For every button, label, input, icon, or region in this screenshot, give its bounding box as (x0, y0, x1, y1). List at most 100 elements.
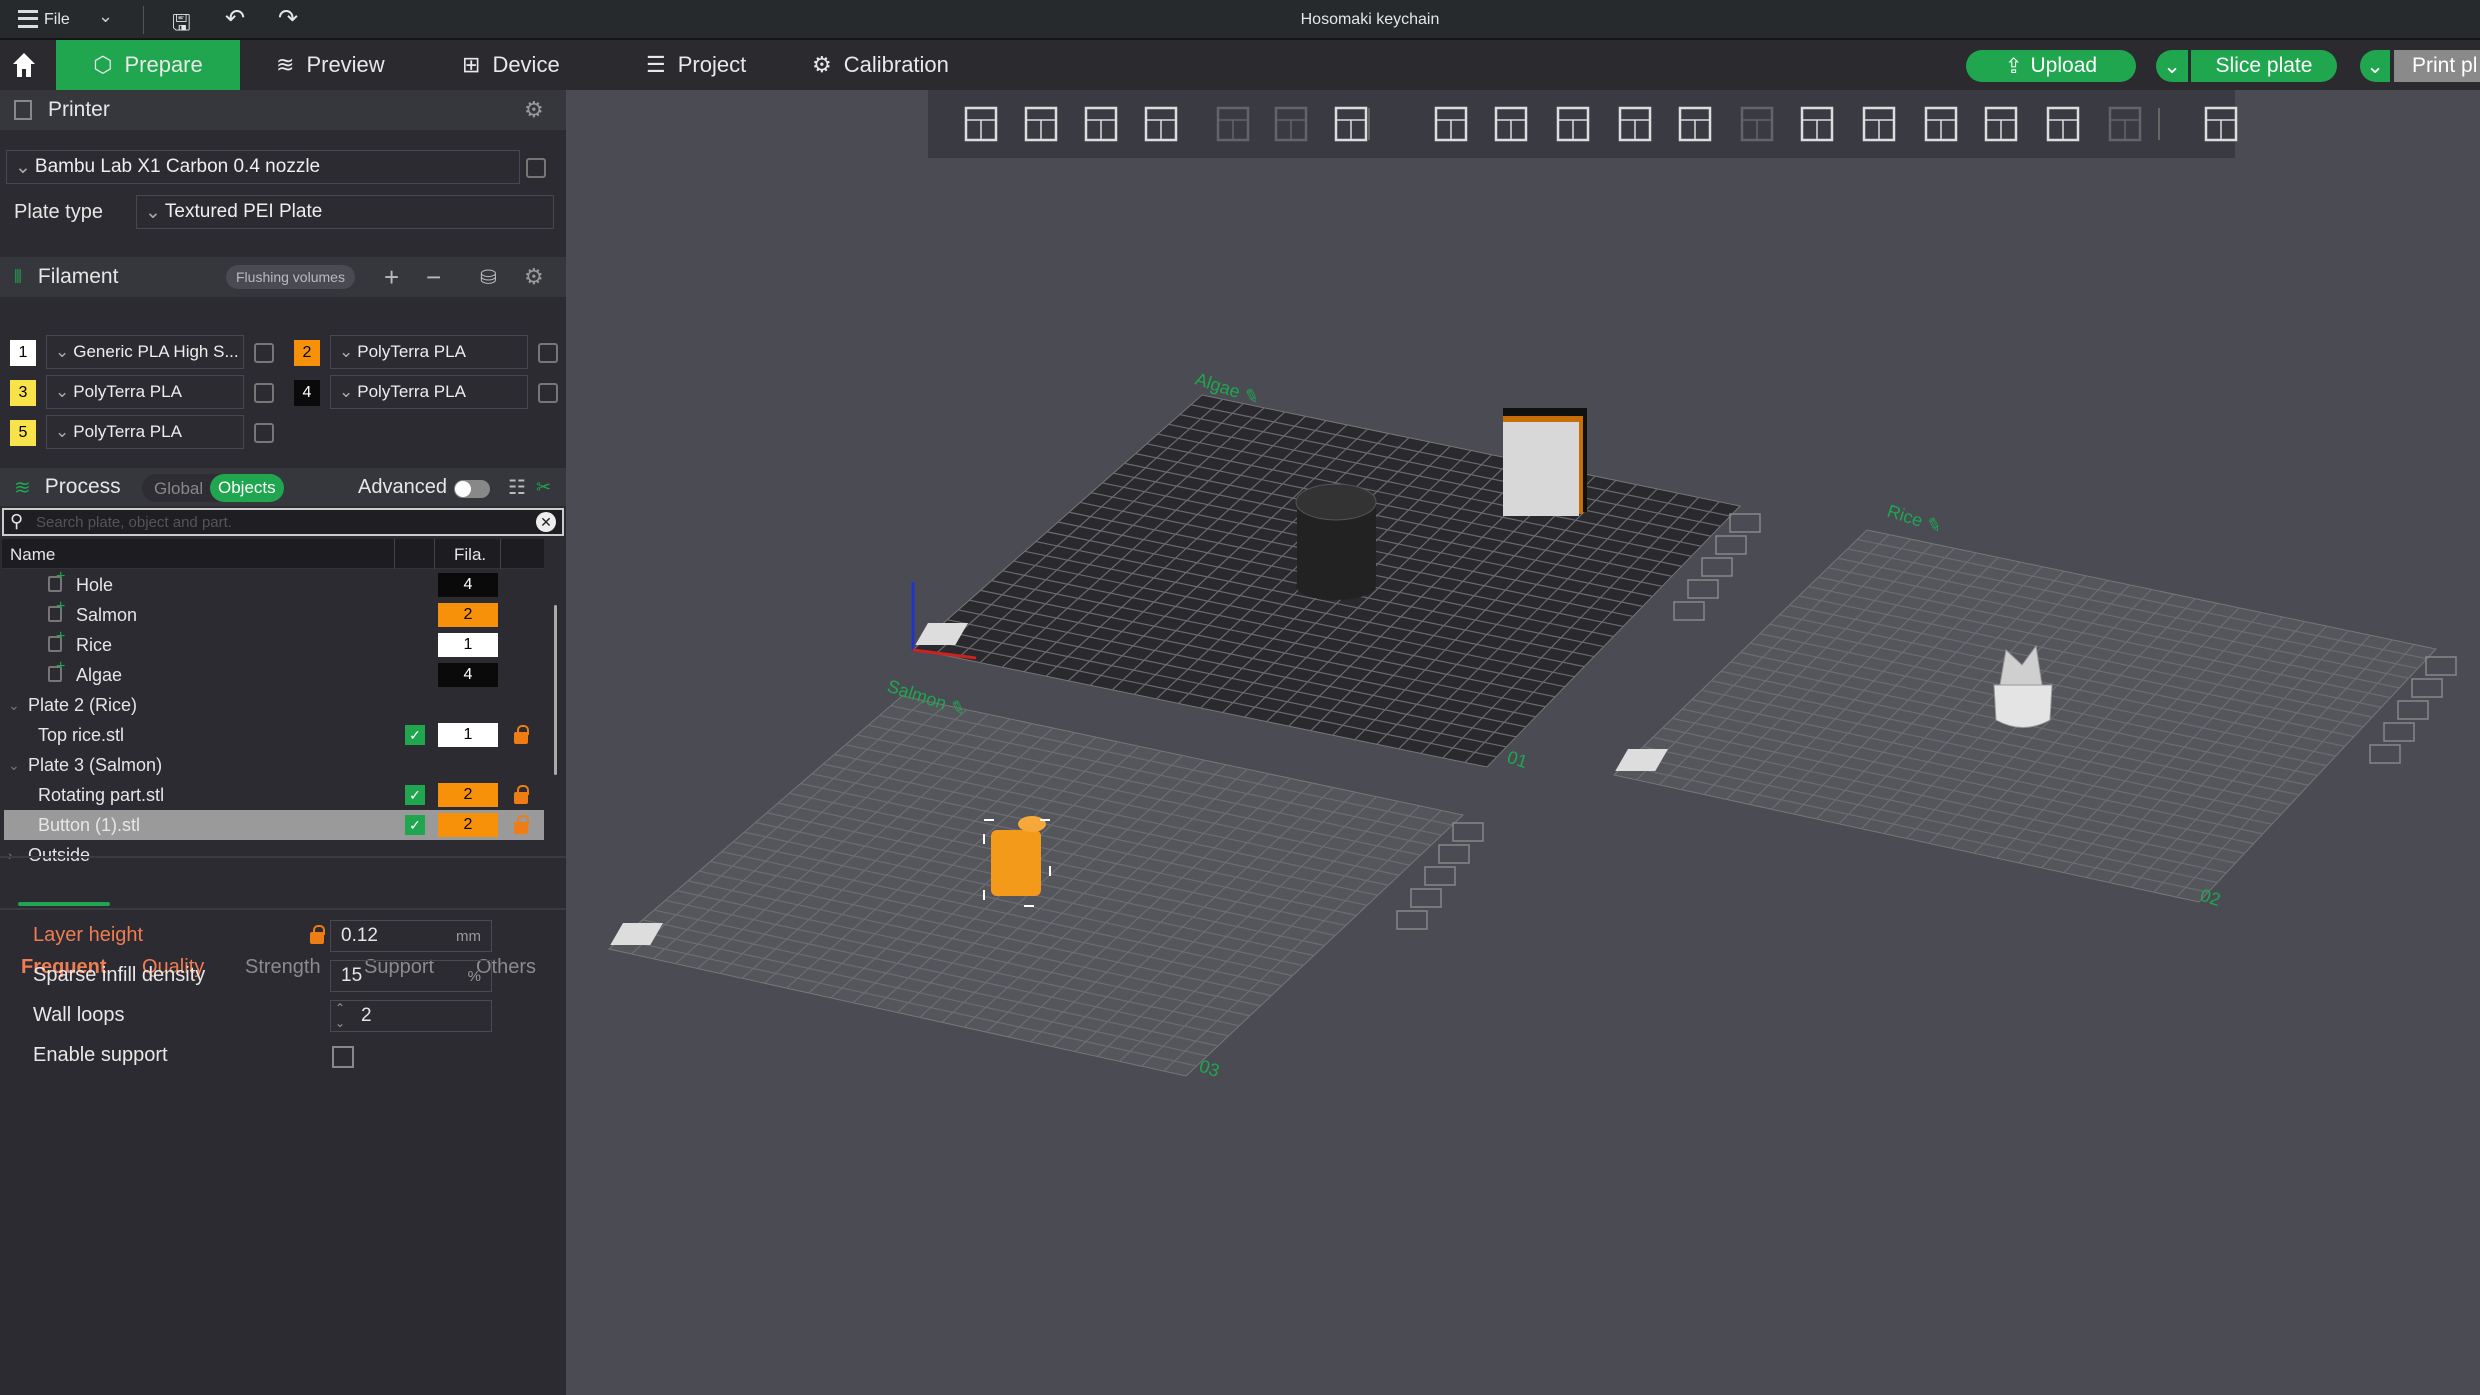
stepper-arrows-icon[interactable]: ⌃ ⌄ (335, 1001, 345, 1031)
print-plate-button[interactable]: Print pl (2394, 50, 2480, 82)
arrange-icon[interactable] (1138, 100, 1186, 148)
filament-number-badge[interactable]: 4 (294, 380, 320, 406)
plate-action-icon[interactable] (1687, 579, 1719, 599)
tab-calibration[interactable]: ⚙ Calibration (812, 40, 949, 90)
wall-loops-stepper[interactable]: ⌃ ⌄ 2 (330, 1000, 492, 1032)
filament-assign[interactable]: 2 (438, 603, 498, 627)
clear-search-icon[interactable]: ✕ (536, 512, 556, 532)
plate-name-label[interactable]: Rice ✎ (1885, 501, 1945, 537)
lock-icon[interactable] (310, 925, 325, 944)
chevron-down-icon[interactable]: ⌄ (98, 6, 113, 27)
add-filament-button[interactable]: + (384, 262, 399, 293)
filament-select[interactable]: ⌄ Generic PLA High S... (46, 335, 244, 369)
filament-number-badge[interactable]: 3 (10, 380, 36, 406)
plate-action-icon[interactable] (1729, 513, 1761, 533)
object-rotating-part[interactable] (1018, 816, 1046, 832)
gear-icon[interactable]: ⚙ (524, 97, 544, 123)
edit-icon[interactable] (538, 383, 558, 403)
cut-icon[interactable] (1672, 100, 1720, 148)
plate-action-icon[interactable] (1424, 866, 1456, 886)
filament-assign[interactable]: 4 (438, 663, 498, 687)
file-menu[interactable]: File (44, 11, 70, 29)
scissors-icon[interactable]: ✂ (536, 477, 551, 498)
auto-orient-icon[interactable] (1078, 100, 1126, 148)
split-objects-icon[interactable] (1210, 100, 1258, 148)
edit-icon[interactable] (254, 423, 274, 443)
measure-icon[interactable] (2040, 100, 2088, 148)
object-hole-top[interactable] (1295, 483, 1377, 521)
plate-action-icon[interactable] (1410, 888, 1442, 908)
plate-action-icon[interactable] (2383, 722, 2415, 742)
undo-icon[interactable]: ↶ (225, 4, 245, 33)
advanced-toggle[interactable] (454, 480, 490, 498)
menu-icon[interactable] (18, 10, 38, 28)
plate-action-icon[interactable] (2411, 678, 2443, 698)
filament-select[interactable]: ⌄ PolyTerra PLA (330, 375, 528, 409)
filament-assign[interactable]: 1 (438, 723, 498, 747)
object-hole-bottom[interactable] (1296, 572, 1376, 600)
plate-action-icon[interactable] (1673, 601, 1705, 621)
color-paint-icon[interactable] (1978, 100, 2026, 148)
tab-project[interactable]: ☰ Project (646, 40, 746, 90)
assembly-icon[interactable] (2102, 100, 2150, 148)
seam-paint-icon[interactable] (1856, 100, 1904, 148)
plate-action-icon[interactable] (1715, 535, 1747, 555)
edit-icon[interactable] (526, 158, 546, 178)
filament-select[interactable]: ⌄ PolyTerra PLA (46, 415, 244, 449)
lock-icon[interactable] (514, 785, 529, 804)
filament-assign[interactable]: 2 (438, 783, 498, 807)
layer-height-input[interactable]: 0.12 mm (330, 920, 492, 952)
enable-support-checkbox[interactable] (332, 1046, 354, 1068)
edit-icon[interactable] (254, 343, 274, 363)
slice-dropdown-button[interactable]: ⌄ (2156, 50, 2188, 82)
edit-icon[interactable] (254, 383, 274, 403)
plate-action-icon[interactable] (2425, 656, 2457, 676)
visible-checkbox[interactable]: ✓ (405, 815, 425, 835)
chevron-down-icon[interactable]: ⌄ (8, 757, 20, 774)
list-view-icon[interactable]: ☷ (508, 475, 526, 500)
print-dropdown-button[interactable]: ⌄ (2360, 50, 2390, 82)
plate-action-icon[interactable] (2397, 700, 2429, 720)
filament-select[interactable]: ⌄ PolyTerra PLA (46, 375, 244, 409)
gear-icon[interactable]: ⚙ (524, 264, 544, 290)
filament-assign[interactable]: 2 (438, 813, 498, 837)
object-list-scrollbar[interactable] (554, 605, 557, 775)
chevron-down-icon[interactable]: ⌄ (8, 697, 20, 714)
filament-number-badge[interactable]: 5 (10, 420, 36, 446)
object-list-row[interactable]: ⌄ Plate 3 (Salmon) (4, 750, 544, 780)
variable-layer-icon[interactable] (2198, 100, 2246, 148)
support-paint-icon[interactable] (1794, 100, 1842, 148)
remove-filament-button[interactable]: − (426, 262, 441, 293)
tab-device[interactable]: ⊞ Device (462, 40, 560, 90)
home-icon[interactable] (12, 52, 36, 78)
split-parts-icon[interactable] (1268, 100, 1316, 148)
objects-toggle[interactable]: Objects (210, 474, 284, 502)
lock-icon[interactable] (514, 725, 529, 744)
settings-tab-strength[interactable]: Strength (245, 956, 321, 979)
redo-icon[interactable]: ↷ (278, 4, 298, 33)
plate-number-label[interactable]: 01 (1505, 747, 1530, 772)
object-search-input[interactable]: ⚲ Search plate, object and part. ✕ (2, 508, 564, 536)
infill-density-input[interactable]: 15% (330, 960, 492, 992)
text-icon[interactable] (1918, 100, 1966, 148)
printer-preset-select[interactable]: ⌄ Bambu Lab X1 Carbon 0.4 nozzle (6, 150, 520, 184)
3d-viewport[interactable]: Algae ✎ 01 Rice ✎ 02 Salmon ✎ 03 (566, 90, 2480, 1395)
plate-action-icon[interactable] (1452, 822, 1484, 842)
rotate-icon[interactable] (1488, 100, 1536, 148)
object-rice[interactable] (1503, 422, 1579, 516)
global-toggle[interactable]: Global (154, 479, 203, 499)
build-plates[interactable]: Algae ✎01Rice ✎02Salmon ✎03 (566, 90, 2480, 1395)
object-list-row[interactable]: ⌄ Plate 2 (Rice) (4, 690, 544, 720)
object-button[interactable] (991, 830, 1041, 896)
upload-button[interactable]: ⇪ Upload (1966, 50, 2136, 82)
filament-number-badge[interactable]: 2 (294, 340, 320, 366)
tab-preview[interactable]: ≋ Preview (276, 40, 385, 90)
plate-action-icon[interactable] (1396, 910, 1428, 930)
lay-on-face-icon[interactable] (1612, 100, 1660, 148)
plate-type-select[interactable]: ⌄ Textured PEI Plate (136, 195, 554, 229)
edit-icon[interactable] (538, 343, 558, 363)
plate-action-icon[interactable] (1701, 557, 1733, 577)
slice-plate-button[interactable]: Slice plate (2191, 50, 2337, 82)
lock-icon[interactable] (514, 815, 529, 834)
visible-checkbox[interactable]: ✓ (405, 785, 425, 805)
